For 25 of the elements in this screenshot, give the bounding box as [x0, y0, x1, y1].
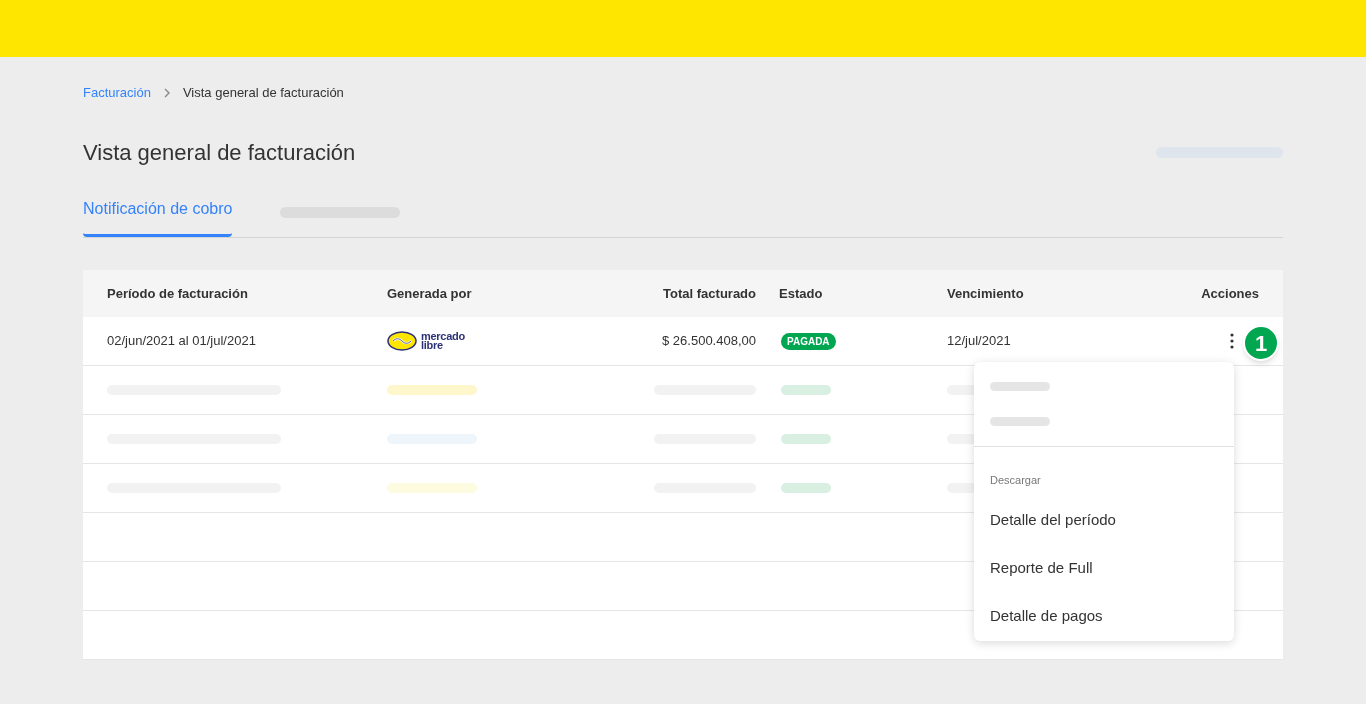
skeleton-bar [990, 382, 1050, 391]
table-cell-text: $ 26.500.408,00 [661, 332, 756, 351]
menu-item[interactable]: Detalle de pagos [974, 592, 1234, 641]
vertical-dots-icon [1230, 333, 1234, 349]
column-header: Vencimiento [947, 284, 1025, 303]
column-header: Período de facturación [107, 284, 249, 303]
skeleton-bar [781, 483, 831, 493]
table-cell-text: 02/jun/2021 al 01/jul/2021 [107, 332, 257, 351]
brand-logo: mercado libre [387, 331, 600, 351]
column-header: Estado [778, 284, 824, 303]
status-badge: PAGADA [781, 333, 836, 351]
skeleton-bar [781, 434, 831, 444]
menu-section-label: Descargar [990, 473, 1042, 488]
table-cell-text: 12/jul/2021 [947, 332, 1012, 351]
page-title: Vista general de facturación [83, 138, 356, 167]
column-header: Generada por [387, 284, 473, 303]
step-badge: 1 [1243, 325, 1279, 361]
chevron-right-icon [162, 88, 171, 98]
column-header: Total facturado [662, 284, 756, 303]
menu-item[interactable]: Detalle del período [974, 496, 1234, 545]
skeleton-bar [990, 417, 1050, 426]
breadcrumb-current: Vista general de facturación [182, 84, 344, 103]
skeleton-bar [781, 385, 831, 395]
menu-item[interactable]: Reporte de Full [974, 544, 1234, 593]
column-header: Acciones [1201, 284, 1259, 303]
